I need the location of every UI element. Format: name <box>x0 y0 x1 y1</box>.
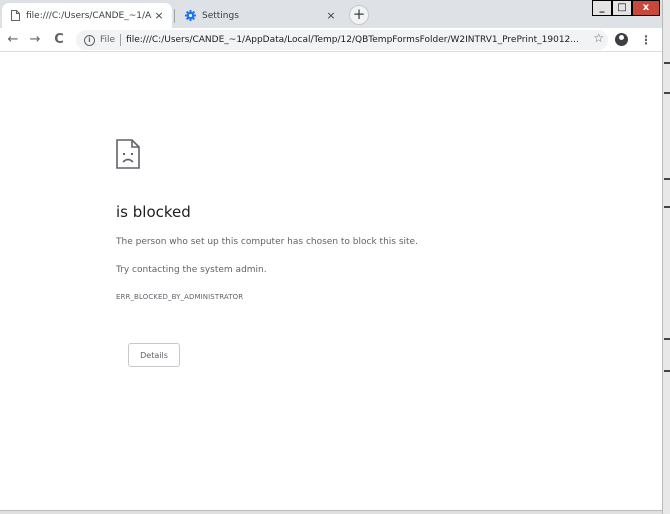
gear-icon <box>185 10 196 21</box>
address-bar[interactable]: i File file:///C:/Users/CANDE_~1/AppData… <box>76 30 608 50</box>
back-button[interactable]: ← <box>4 31 22 49</box>
details-button[interactable]: Details <box>128 343 180 367</box>
url-text[interactable]: file:///C:/Users/CANDE_~1/AppData/Local/… <box>126 35 579 45</box>
profile-icon[interactable] <box>615 33 628 46</box>
tab-settings[interactable]: Settings × <box>176 3 344 28</box>
menu-icon[interactable]: ⋮ <box>640 31 652 49</box>
window-bottom-edge <box>0 510 662 514</box>
page-icon <box>11 10 20 21</box>
browser-window: file:///C:/Users/CANDE_~1/AppD × Setting… <box>0 0 662 514</box>
new-tab-button[interactable]: + <box>349 5 369 25</box>
background-window-edge <box>662 0 670 514</box>
reload-button[interactable]: C <box>50 31 68 49</box>
maximize-button[interactable]: □ <box>612 0 632 16</box>
tab-title: Settings <box>202 10 239 21</box>
tab-file[interactable]: file:///C:/Users/CANDE_~1/AppD × <box>2 3 172 28</box>
omnibox-separator <box>120 34 122 46</box>
background-window-mark <box>664 338 670 340</box>
sad-page-icon <box>116 139 140 169</box>
scheme-label: File <box>100 35 116 45</box>
background-window-mark <box>664 370 670 372</box>
info-icon[interactable]: i <box>84 34 95 46</box>
tab-separator <box>174 9 175 23</box>
background-window-mark <box>664 178 670 180</box>
toolbar: ← → C i File file:///C:/Users/CANDE_~1/A… <box>0 28 662 52</box>
error-title: is blocked <box>116 203 191 221</box>
tab-strip: file:///C:/Users/CANDE_~1/AppD × Setting… <box>0 0 662 28</box>
bookmark-star-icon[interactable]: ☆ <box>593 31 604 45</box>
error-code: ERR_BLOCKED_BY_ADMINISTRATOR <box>116 293 244 301</box>
error-message: The person who set up this computer has … <box>116 237 418 247</box>
background-window-mark <box>664 206 670 208</box>
tab-title: file:///C:/Users/CANDE_~1/AppD <box>26 10 152 21</box>
close-window-button[interactable]: x <box>632 0 660 16</box>
error-suggestion: Try contacting the system admin. <box>116 265 267 275</box>
error-page: is blocked The person who set up this co… <box>0 53 662 514</box>
background-window-mark <box>664 62 670 64</box>
minimize-button[interactable]: _ <box>592 0 612 16</box>
background-window-mark <box>664 92 670 94</box>
forward-button[interactable]: → <box>26 31 44 49</box>
tab-close-button[interactable]: × <box>324 9 338 23</box>
tab-close-button[interactable]: × <box>152 9 166 23</box>
